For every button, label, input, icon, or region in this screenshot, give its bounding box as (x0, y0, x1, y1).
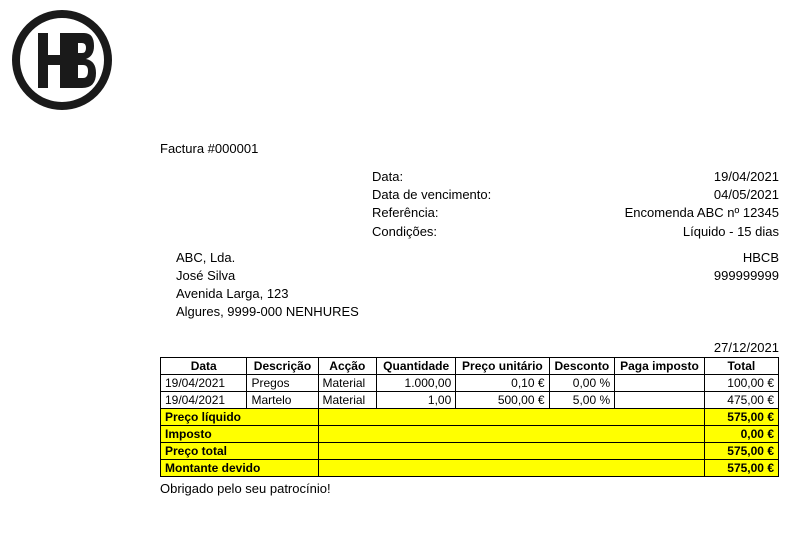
summary-total-value: 575,00 € (704, 442, 778, 459)
cell-qty: 1,00 (377, 391, 456, 408)
summary-net-label: Preço líquido (161, 408, 319, 425)
meta-date-label: Data: (372, 168, 403, 186)
summary-spacer (318, 442, 704, 459)
col-accao: Acção (318, 357, 377, 374)
col-disc: Desconto (549, 357, 615, 374)
summary-spacer (318, 425, 704, 442)
cell-accao: Material (318, 374, 377, 391)
cell-total: 100,00 € (704, 374, 778, 391)
cell-total: 475,00 € (704, 391, 778, 408)
print-date: 27/12/2021 (12, 340, 779, 355)
summary-net: Preço líquido 575,00 € (161, 408, 779, 425)
cell-pu: 500,00 € (456, 391, 549, 408)
summary-spacer (318, 459, 704, 476)
summary-total: Preço total 575,00 € (161, 442, 779, 459)
col-tax: Paga imposto (615, 357, 705, 374)
col-qty: Quantidade (377, 357, 456, 374)
issuer-name: HBCB (743, 249, 779, 267)
cell-tax (615, 391, 705, 408)
meta-terms-label: Condições: (372, 223, 437, 241)
customer-contact: José Silva (176, 267, 235, 285)
summary-tax-label: Imposto (161, 425, 319, 442)
meta-due-label: Data de vencimento: (372, 186, 491, 204)
meta-ref-value: Encomenda ABC nº 12345 (625, 204, 779, 222)
col-data: Data (161, 357, 247, 374)
table-row: 19/04/2021 Pregos Material 1.000,00 0,10… (161, 374, 779, 391)
cell-accao: Material (318, 391, 377, 408)
summary-tax-value: 0,00 € (704, 425, 778, 442)
summary-due-label: Montante devido (161, 459, 319, 476)
cell-desc: Martelo (247, 391, 318, 408)
summary-due-value: 575,00 € (704, 459, 778, 476)
issuer-id: 999999999 (714, 267, 779, 285)
cell-data: 19/04/2021 (161, 391, 247, 408)
cell-disc: 5,00 % (549, 391, 615, 408)
company-logo-icon (12, 10, 791, 113)
cell-desc: Pregos (247, 374, 318, 391)
meta-date-value: 19/04/2021 (714, 168, 779, 186)
invoice-table: Data Descrição Acção Quantidade Preço un… (160, 357, 779, 477)
col-total: Total (704, 357, 778, 374)
cell-pu: 0,10 € (456, 374, 549, 391)
footer-note: Obrigado pelo seu patrocínio! (160, 481, 791, 496)
table-header-row: Data Descrição Acção Quantidade Preço un… (161, 357, 779, 374)
summary-tax: Imposto 0,00 € (161, 425, 779, 442)
cell-tax (615, 374, 705, 391)
summary-spacer (318, 408, 704, 425)
customer-company: ABC, Lda. (176, 249, 235, 267)
customer-street: Avenida Larga, 123 (176, 285, 791, 303)
cell-disc: 0,00 % (549, 374, 615, 391)
meta-due-value: 04/05/2021 (714, 186, 779, 204)
table-row: 19/04/2021 Martelo Material 1,00 500,00 … (161, 391, 779, 408)
col-pu: Preço unitário (456, 357, 549, 374)
summary-total-label: Preço total (161, 442, 319, 459)
meta-terms-value: Líquido - 15 dias (683, 223, 779, 241)
customer-city: Algures, 9999-000 NENHURES (176, 303, 791, 321)
cell-qty: 1.000,00 (377, 374, 456, 391)
summary-net-value: 575,00 € (704, 408, 778, 425)
meta-ref-label: Referência: (372, 204, 438, 222)
col-desc: Descrição (247, 357, 318, 374)
invoice-title: Factura #000001 (160, 141, 791, 156)
cell-data: 19/04/2021 (161, 374, 247, 391)
invoice-meta: Data: 19/04/2021 Data de vencimento: 04/… (372, 168, 779, 241)
summary-due: Montante devido 575,00 € (161, 459, 779, 476)
